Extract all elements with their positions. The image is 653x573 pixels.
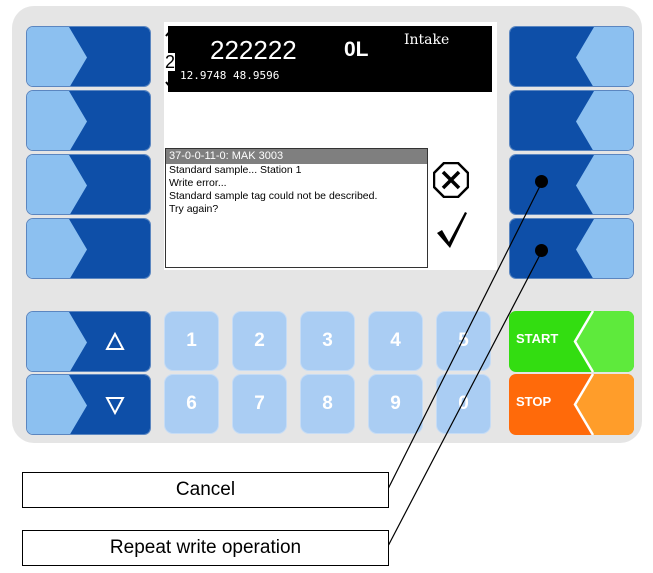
callout-repeat: Repeat write operation xyxy=(22,530,389,566)
callout-cancel: Cancel xyxy=(22,472,389,508)
annotation-dot-cancel xyxy=(535,175,548,188)
annotation-dot-repeat xyxy=(535,244,548,257)
